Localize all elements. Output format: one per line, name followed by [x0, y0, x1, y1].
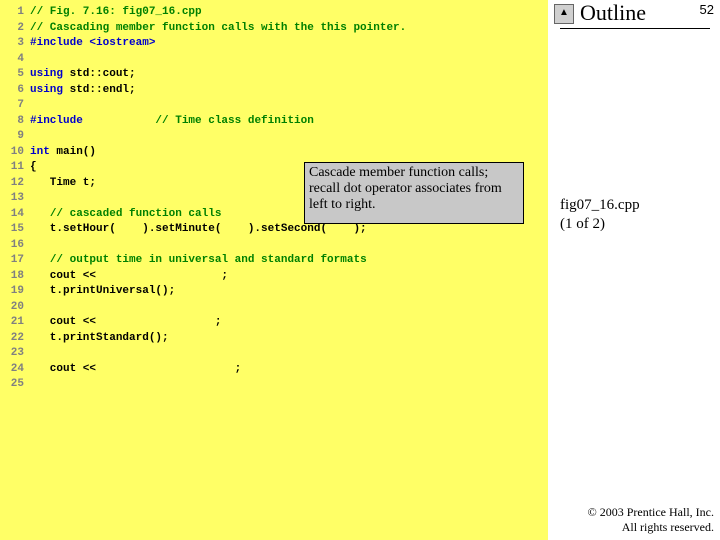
line-number: 19 — [0, 285, 30, 297]
line-number: 24 — [0, 363, 30, 375]
code-line: 22 t.printStandard(); — [0, 332, 169, 344]
code-line: 10int main() — [0, 146, 96, 158]
line-number: 8 — [0, 115, 30, 127]
line-number: 16 — [0, 239, 30, 251]
line-number: 2 — [0, 22, 30, 34]
code-line: 4 — [0, 53, 30, 65]
code-line: 7 — [0, 99, 30, 111]
line-number: 23 — [0, 347, 30, 359]
outline-title: Outline — [580, 0, 646, 26]
line-number: 22 — [0, 332, 30, 344]
line-number: 7 — [0, 99, 30, 111]
line-number: 1 — [0, 6, 30, 18]
line-number: 25 — [0, 378, 30, 390]
code-token — [30, 208, 50, 220]
figure-part: (1 of 2) — [560, 216, 605, 232]
code-line: 5using std::cout; — [0, 68, 136, 80]
code-token: using — [30, 68, 70, 80]
right-pane — [548, 0, 720, 540]
line-number: 20 — [0, 301, 30, 313]
code-line: 21 cout << ; — [0, 316, 221, 328]
figure-label: fig07_16.cpp (1 of 2) — [560, 196, 640, 234]
code-token: std::cout; — [70, 68, 136, 80]
line-number: 10 — [0, 146, 30, 158]
code-line: 18 cout << ; — [0, 270, 228, 282]
code-line: 11{ — [0, 161, 37, 173]
code-token: cout << ; — [30, 363, 241, 375]
line-number: 12 — [0, 177, 30, 189]
line-number: 4 — [0, 53, 30, 65]
figure-filename: fig07_16.cpp — [560, 197, 640, 213]
copyright-line2: All rights reserved. — [622, 520, 714, 534]
code-line: 23 — [0, 347, 30, 359]
code-line: 6using std::endl; — [0, 84, 136, 96]
code-line: 12 Time t; — [0, 177, 96, 189]
code-token: main() — [56, 146, 96, 158]
code-line: 17 // output time in universal and stand… — [0, 254, 367, 266]
code-token: cout << ; — [30, 270, 228, 282]
code-line: 15 t.setHour( ).setMinute( ).setSecond( … — [0, 223, 367, 235]
code-token: <iostream> — [89, 37, 155, 49]
code-line: 20 — [0, 301, 30, 313]
code-area: 1// Fig. 7.16: fig07_16.cpp2// Cascading… — [0, 0, 548, 540]
line-number: 21 — [0, 316, 30, 328]
line-number: 11 — [0, 161, 30, 173]
line-number: 15 — [0, 223, 30, 235]
code-token: t.printUniversal(); — [30, 285, 175, 297]
line-number: 14 — [0, 208, 30, 220]
line-number: 18 — [0, 270, 30, 282]
line-number: 6 — [0, 84, 30, 96]
code-token: // Fig. 7.16: fig07_16.cpp — [30, 6, 202, 18]
code-token: #include — [30, 115, 155, 127]
code-line: 3#include <iostream> — [0, 37, 155, 49]
code-token: using — [30, 84, 70, 96]
code-token: // Cascading member function calls with … — [30, 22, 406, 34]
code-line: 16 — [0, 239, 30, 251]
code-line: 14 // cascaded function calls — [0, 208, 221, 220]
code-line: 2// Cascading member function calls with… — [0, 22, 406, 34]
outline-divider — [560, 28, 710, 29]
code-line: 9 — [0, 130, 30, 142]
code-line: 19 t.printUniversal(); — [0, 285, 175, 297]
code-token: // cascaded function calls — [50, 208, 222, 220]
code-token: Time t; — [30, 177, 96, 189]
code-line: 1// Fig. 7.16: fig07_16.cpp — [0, 6, 202, 18]
code-token: #include — [30, 37, 89, 49]
code-token: cout << ; — [30, 316, 221, 328]
line-number: 13 — [0, 192, 30, 204]
code-line: 24 cout << ; — [0, 363, 241, 375]
code-token: { — [30, 161, 37, 173]
line-number: 17 — [0, 254, 30, 266]
code-line: 13 — [0, 192, 30, 204]
line-number: 5 — [0, 68, 30, 80]
code-token: int — [30, 146, 56, 158]
callout-box: Cascade member function calls; recall do… — [304, 162, 524, 224]
line-number: 9 — [0, 130, 30, 142]
code-line: 8#include // Time class definition — [0, 115, 314, 127]
code-token: std::endl; — [70, 84, 136, 96]
code-token: t.setHour( ).setMinute( ).setSecond( ); — [30, 223, 367, 235]
code-token — [30, 254, 50, 266]
page-number: 52 — [700, 2, 714, 17]
code-token: // output time in universal and standard… — [50, 254, 367, 266]
code-line: 25 — [0, 378, 30, 390]
copyright: © 2003 Prentice Hall, Inc. All rights re… — [588, 505, 714, 534]
code-token: t.printStandard(); — [30, 332, 169, 344]
up-arrow-icon[interactable]: ▲ — [554, 4, 574, 24]
copyright-line1: © 2003 Prentice Hall, Inc. — [588, 505, 714, 519]
line-number: 3 — [0, 37, 30, 49]
code-token: // Time class definition — [155, 115, 313, 127]
